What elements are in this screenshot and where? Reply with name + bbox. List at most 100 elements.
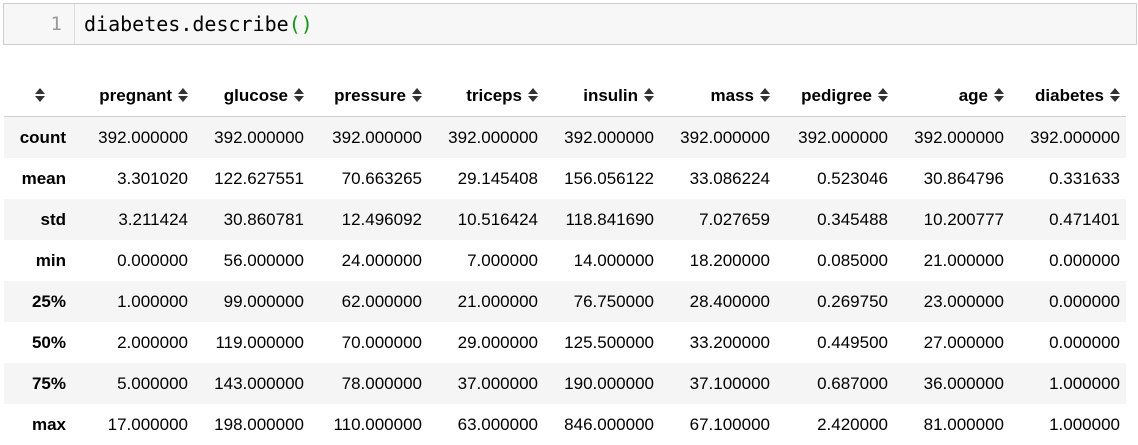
table-cell: 10.516424 (428, 199, 544, 240)
table-cell: 21.000000 (428, 281, 544, 322)
table-row: 75%5.000000143.00000078.00000037.0000001… (4, 363, 1126, 404)
table-cell: 156.056122 (544, 158, 660, 199)
table-row: min0.00000056.00000024.0000007.00000014.… (4, 240, 1126, 281)
table-cell: 392.000000 (310, 117, 428, 159)
table-cell: 0.085000 (776, 240, 894, 281)
column-header-label: glucose (224, 86, 288, 105)
column-header-triceps[interactable]: triceps (428, 74, 544, 117)
table-cell: 37.000000 (428, 363, 544, 404)
sort-icon[interactable] (35, 88, 45, 102)
sort-icon[interactable] (644, 88, 654, 102)
table-cell: 29.145408 (428, 158, 544, 199)
table-row: std3.21142430.86078112.49609210.51642411… (4, 199, 1126, 240)
table-cell: 7.027659 (660, 199, 776, 240)
table-cell: 392.000000 (1010, 117, 1126, 159)
index-header[interactable] (4, 74, 76, 117)
table-cell: 392.000000 (776, 117, 894, 159)
column-header-label: diabetes (1035, 86, 1104, 105)
describe-output-table: pregnant glucose pressure triceps insulin mas… (4, 74, 1126, 445)
table-cell: 29.000000 (428, 322, 544, 363)
table-cell: 14.000000 (544, 240, 660, 281)
table-cell: 23.000000 (894, 281, 1010, 322)
column-header-label: age (959, 86, 988, 105)
table-cell: 0.687000 (776, 363, 894, 404)
table-cell: 0.471401 (1010, 199, 1126, 240)
table-cell: 17.000000 (76, 404, 194, 445)
column-header-diabetes[interactable]: diabetes (1010, 74, 1126, 117)
row-label: 50% (4, 322, 76, 363)
table-cell: 18.200000 (660, 240, 776, 281)
column-header-insulin[interactable]: insulin (544, 74, 660, 117)
table-cell: 1.000000 (76, 281, 194, 322)
line-number: 1 (4, 4, 75, 44)
column-header-label: insulin (583, 86, 638, 105)
header-row: pregnant glucose pressure triceps insulin mas… (4, 74, 1126, 117)
sort-icon[interactable] (178, 88, 188, 102)
code-cell[interactable]: 1 diabetes.describe() (3, 3, 1137, 45)
table-cell: 0.331633 (1010, 158, 1126, 199)
row-label: 75% (4, 363, 76, 404)
row-label: 25% (4, 281, 76, 322)
column-header-label: pressure (334, 86, 406, 105)
table-cell: 70.663265 (310, 158, 428, 199)
table-cell: 78.000000 (310, 363, 428, 404)
sort-icon[interactable] (1110, 88, 1120, 102)
table-row: 25%1.00000099.00000062.00000021.00000076… (4, 281, 1126, 322)
table-cell: 37.100000 (660, 363, 776, 404)
row-label: std (4, 199, 76, 240)
table-cell: 30.860781 (194, 199, 310, 240)
table-cell: 0.000000 (1010, 322, 1126, 363)
column-header-label: pedigree (801, 86, 872, 105)
table-row: 50%2.000000119.00000070.00000029.0000001… (4, 322, 1126, 363)
row-label: min (4, 240, 76, 281)
sort-icon[interactable] (294, 88, 304, 102)
table-cell: 28.400000 (660, 281, 776, 322)
table-cell: 12.496092 (310, 199, 428, 240)
table-cell: 63.000000 (428, 404, 544, 445)
column-header-pressure[interactable]: pressure (310, 74, 428, 117)
column-header-label: pregnant (99, 86, 172, 105)
table-row: count392.000000392.000000392.000000392.0… (4, 117, 1126, 159)
table-cell: 56.000000 (194, 240, 310, 281)
table-cell: 5.000000 (76, 363, 194, 404)
table-cell: 110.000000 (310, 404, 428, 445)
column-header-mass[interactable]: mass (660, 74, 776, 117)
sort-icon[interactable] (760, 88, 770, 102)
column-header-age[interactable]: age (894, 74, 1010, 117)
table-cell: 76.750000 (544, 281, 660, 322)
row-label: count (4, 117, 76, 159)
table-cell: 125.500000 (544, 322, 660, 363)
table-cell: 2.420000 (776, 404, 894, 445)
table-cell: 2.000000 (76, 322, 194, 363)
sort-icon[interactable] (994, 88, 1004, 102)
table-cell: 0.523046 (776, 158, 894, 199)
column-header-pregnant[interactable]: pregnant (76, 74, 194, 117)
column-header-pedigree[interactable]: pedigree (776, 74, 894, 117)
table-cell: 21.000000 (894, 240, 1010, 281)
table-cell: 27.000000 (894, 322, 1010, 363)
table-cell: 99.000000 (194, 281, 310, 322)
table-cell: 0.000000 (1010, 281, 1126, 322)
table-row: max17.000000198.000000110.00000063.00000… (4, 404, 1126, 445)
sort-icon[interactable] (878, 88, 888, 102)
table-body: count392.000000392.000000392.000000392.0… (4, 117, 1126, 445)
table-cell: 392.000000 (544, 117, 660, 159)
table-cell: 62.000000 (310, 281, 428, 322)
table-cell: 33.086224 (660, 158, 776, 199)
column-header-label: triceps (466, 86, 522, 105)
table-cell: 81.000000 (894, 404, 1010, 445)
code-text: diabetes.describe (84, 12, 289, 36)
sort-icon[interactable] (528, 88, 538, 102)
table-cell: 119.000000 (194, 322, 310, 363)
column-header-label: mass (711, 86, 754, 105)
code-input[interactable]: diabetes.describe() (75, 12, 313, 36)
table-cell: 122.627551 (194, 158, 310, 199)
code-parens: () (289, 12, 313, 36)
table-cell: 30.864796 (894, 158, 1010, 199)
sort-icon[interactable] (412, 88, 422, 102)
table-cell: 0.000000 (1010, 240, 1126, 281)
column-header-glucose[interactable]: glucose (194, 74, 310, 117)
table-cell: 392.000000 (76, 117, 194, 159)
table-cell: 143.000000 (194, 363, 310, 404)
table-cell: 846.000000 (544, 404, 660, 445)
